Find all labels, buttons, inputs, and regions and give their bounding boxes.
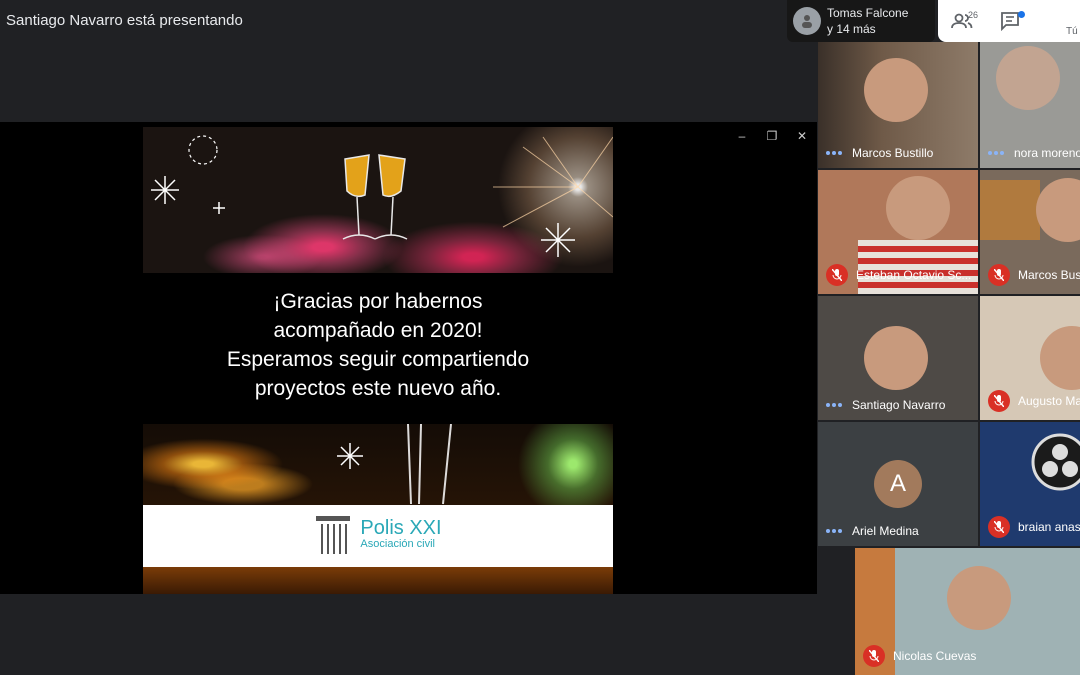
participant-face <box>864 58 928 122</box>
logo-subtitle: Asociación civil <box>360 538 436 550</box>
speaking-indicator-icon <box>826 529 844 533</box>
obs-logo-icon <box>1031 433 1080 491</box>
speaking-indicator-icon <box>988 151 1006 155</box>
presentation-stage: – ❐ ✕ ¡Gracias por habernos acompañado e… <box>0 122 817 594</box>
avatar: A <box>874 460 922 508</box>
chat-head-more: y 14 más <box>827 22 876 36</box>
participant-face <box>864 326 928 390</box>
participant-tile[interactable]: braian anas <box>980 422 1080 546</box>
participant-name: Augusto Ma <box>1018 394 1080 408</box>
slide-message: ¡Gracias por habernos acompañado en 2020… <box>143 287 613 403</box>
minimize-icon[interactable]: – <box>727 126 757 146</box>
self-label: Tú <box>1066 26 1078 37</box>
chat-head[interactable]: Tomas Falcone y 14 más <box>787 0 935 42</box>
mic-off-icon <box>988 516 1010 538</box>
slide-line-4: proyectos este nuevo año. <box>254 377 502 400</box>
participant-name: Ariel Medina <box>852 524 919 538</box>
participant-tile[interactable]: Esteban Octavio Sc... <box>818 170 978 294</box>
city-lights <box>143 567 613 594</box>
participant-tile[interactable]: Augusto Ma <box>980 296 1080 420</box>
chat-button[interactable] <box>986 0 1034 42</box>
speaking-indicator-icon <box>826 403 844 407</box>
column-logo-icon <box>316 516 351 554</box>
speaking-indicator-icon <box>826 151 844 155</box>
participant-face <box>947 566 1011 630</box>
participants-count: 26 <box>968 10 979 20</box>
participant-tile[interactable]: Marcos Bustillo <box>818 42 978 168</box>
participant-tile[interactable]: Santiago Navarro <box>818 296 978 420</box>
participant-name: Marcos Bus <box>1018 268 1080 282</box>
fireworks-top-art <box>151 135 613 257</box>
participant-name: Nicolas Cuevas <box>893 649 977 663</box>
presenter-label: Santiago Navarro está presentando <box>6 12 243 29</box>
fireworks-top-image <box>143 127 613 273</box>
avatar <box>793 7 821 35</box>
cardboard-box <box>980 180 1040 240</box>
chat-notification-dot <box>1018 11 1025 18</box>
slide-line-2: acompañado en 2020! <box>273 319 483 342</box>
toolbar: 26 Tú <box>938 0 1080 42</box>
mic-off-icon <box>988 264 1010 286</box>
window-controls: – ❐ ✕ <box>727 126 817 146</box>
slide: ¡Gracias por habernos acompañado en 2020… <box>143 127 613 594</box>
participant-face <box>886 176 950 240</box>
chat-head-name: Tomas Falcone <box>827 6 909 20</box>
close-icon[interactable]: ✕ <box>787 126 817 146</box>
participant-face <box>1040 326 1080 390</box>
participant-name: braian anas <box>1018 520 1080 534</box>
slide-line-3: Esperamos seguir compartiendo <box>226 348 530 371</box>
participants-button[interactable]: 26 <box>938 0 986 42</box>
mic-off-icon <box>988 390 1010 412</box>
participant-tile[interactable]: A Ariel Medina <box>818 422 978 546</box>
slide-line-1: ¡Gracias por habernos <box>273 290 483 313</box>
mic-off-icon <box>863 645 885 667</box>
participant-face <box>1036 178 1080 242</box>
logo-band: Polis XXI Asociación civil <box>143 505 613 567</box>
participant-tile[interactable]: Nicolas Cuevas <box>855 548 1080 675</box>
participant-name: Santiago Navarro <box>852 398 946 412</box>
person-icon <box>802 15 812 28</box>
participant-name: Marcos Bustillo <box>852 146 934 160</box>
chat-icon <box>1001 12 1019 31</box>
participant-tile[interactable]: Marcos Bus <box>980 170 1080 294</box>
logo-name: Polis XXI <box>360 517 442 539</box>
participant-tile[interactable]: nora moreno <box>980 42 1080 168</box>
restore-icon[interactable]: ❐ <box>757 126 787 146</box>
participant-name: Esteban Octavio Sc... <box>856 268 972 282</box>
participant-face <box>996 46 1060 110</box>
mic-off-icon <box>826 264 848 286</box>
participant-name: nora moreno <box>1014 146 1080 160</box>
